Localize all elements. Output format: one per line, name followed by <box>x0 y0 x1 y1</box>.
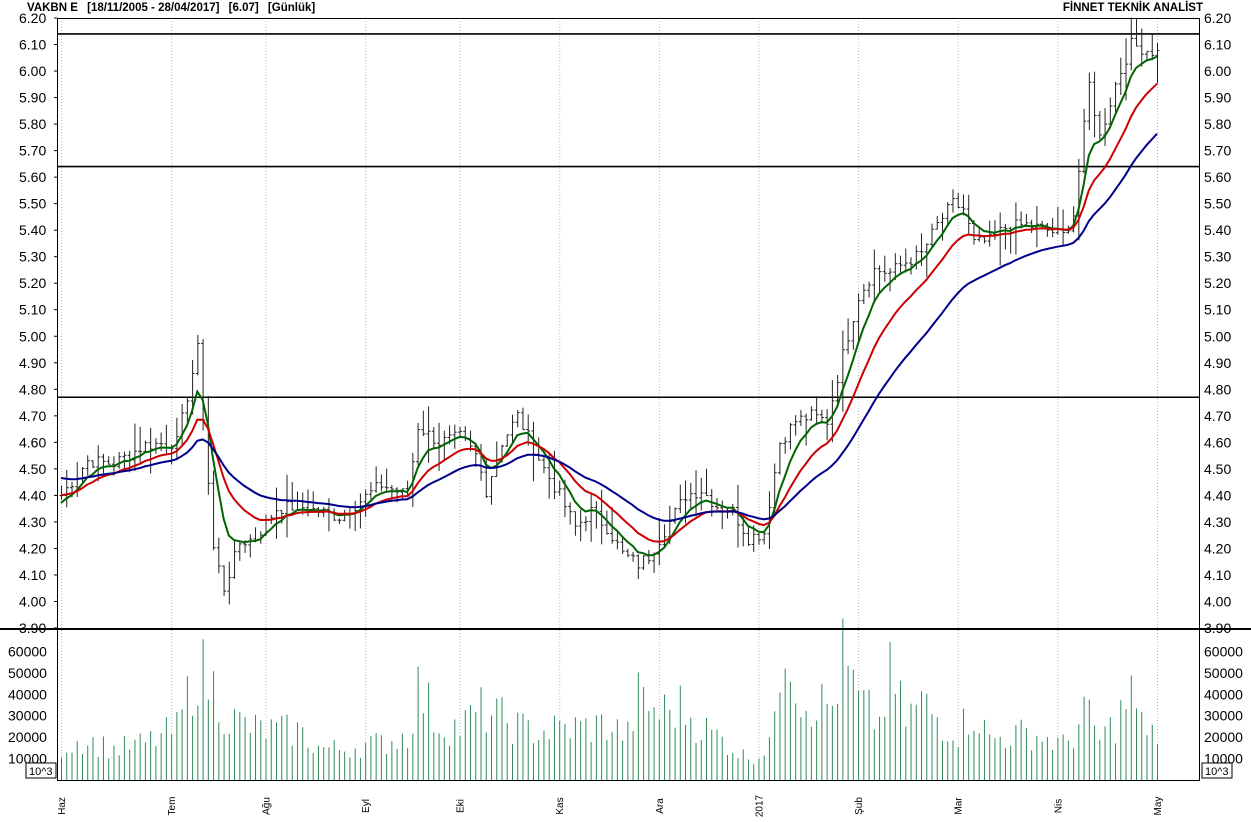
y-tick-label-left: 4.40 <box>19 487 46 503</box>
y-tick-label-right: 4.10 <box>1204 567 1231 583</box>
y-tick-label-right: 4.40 <box>1204 487 1231 503</box>
y-tick-label-right: 4.60 <box>1204 434 1231 450</box>
volume-tick-label-left: 30000 <box>8 708 47 724</box>
volume-tick-label-left: 50000 <box>8 665 47 681</box>
y-tick-label-left: 5.10 <box>19 302 46 318</box>
moving-average-medium-line <box>60 82 1158 543</box>
volume-unit-label: 10^3 <box>1205 766 1229 778</box>
y-tick-label-left: 5.40 <box>19 222 46 238</box>
y-tick-label-left: 5.20 <box>19 275 46 291</box>
y-tick-label-right: 5.80 <box>1204 116 1231 132</box>
y-tick-label-left: 4.60 <box>19 434 46 450</box>
volume-series <box>61 618 1158 780</box>
y-tick-label-right: 4.30 <box>1204 514 1231 530</box>
y-tick-label-right: 5.40 <box>1204 222 1231 238</box>
y-tick-label-left: 4.20 <box>19 540 46 556</box>
y-tick-label-right: 6.20 <box>1204 10 1231 26</box>
x-tick-label: Nis <box>1053 799 1064 813</box>
x-tick-label: May <box>1153 797 1164 816</box>
volume-tick-label-right: 20000 <box>1204 729 1243 745</box>
y-tick-label-left: 5.90 <box>19 90 46 106</box>
volume-tick-label-left: 20000 <box>8 729 47 745</box>
moving-average-layer <box>60 55 1158 557</box>
y-tick-label-right: 5.90 <box>1204 90 1231 106</box>
y-tick-label-left: 4.00 <box>19 593 46 609</box>
y-tick-label-right: 4.50 <box>1204 461 1231 477</box>
y-tick-label-right: 6.00 <box>1204 63 1231 79</box>
y-tick-label-right: 5.50 <box>1204 196 1231 212</box>
y-tick-label-left: 4.30 <box>19 514 46 530</box>
x-tick-label: Mar <box>954 797 965 815</box>
y-tick-label-left: 6.00 <box>19 63 46 79</box>
x-tick-label: Haz <box>57 797 68 815</box>
y-tick-label-left: 4.80 <box>19 381 46 397</box>
x-tick-label: Eyl <box>361 799 372 813</box>
horizontal-lines <box>57 33 1199 399</box>
y-tick-label-left: 5.60 <box>19 169 46 185</box>
volume-tick-label-right: 60000 <box>1204 643 1243 659</box>
y-tick-label-right: 4.20 <box>1204 540 1231 556</box>
volume-tick-label-right: 50000 <box>1204 665 1243 681</box>
grid-layer <box>61 18 1158 780</box>
y-tick-label-left: 5.50 <box>19 196 46 212</box>
volume-tick-label-left: 60000 <box>8 643 47 659</box>
ohlc-series <box>59 17 1160 605</box>
y-tick-label-right: 5.70 <box>1204 143 1231 159</box>
y-tick-label-left: 4.50 <box>19 461 46 477</box>
volume-tick-label-left: 40000 <box>8 686 47 702</box>
y-tick-label-left: 4.90 <box>19 355 46 371</box>
y-tick-label-left: 5.00 <box>19 328 46 344</box>
y-tick-label-left: 5.80 <box>19 116 46 132</box>
stock-chart: 6.20 6.20 6.10 6.10 6.00 6.00 5.90 5.90 5.80 5.80… <box>0 10 1251 817</box>
y-tick-label-left: 4.10 <box>19 567 46 583</box>
y-tick-label-right: 4.80 <box>1204 381 1231 397</box>
y-tick-label-right: 5.20 <box>1204 275 1231 291</box>
y-tick-label-left: 5.30 <box>19 249 46 265</box>
x-tick-label: Ağu <box>262 797 273 815</box>
y-tick-label-right: 5.10 <box>1204 302 1231 318</box>
y-tick-label-left: 4.70 <box>19 408 46 424</box>
x-tick-label: Ara <box>655 798 666 814</box>
x-tick-label: Şub <box>854 797 865 815</box>
y-tick-label-right: 4.70 <box>1204 408 1231 424</box>
y-tick-label-right: 5.60 <box>1204 169 1231 185</box>
y-tick-label-right: 6.10 <box>1204 37 1231 53</box>
plot-border <box>57 18 1200 781</box>
y-tick-label-left: 5.70 <box>19 143 46 159</box>
volume-tick-label-right: 30000 <box>1204 708 1243 724</box>
y-tick-label-right: 5.00 <box>1204 328 1231 344</box>
x-tick-label: Tem <box>167 797 178 816</box>
y-tick-label-left: 6.10 <box>19 37 46 53</box>
y-tick-label-right: 5.30 <box>1204 249 1231 265</box>
y-tick-label-right: 4.90 <box>1204 355 1231 371</box>
x-tick-label: Kas <box>555 797 566 814</box>
y-tick-label-right: 4.00 <box>1204 593 1231 609</box>
volume-unit-label: 10^3 <box>29 766 53 778</box>
volume-tick-label-right: 40000 <box>1204 686 1243 702</box>
y-tick-label-left: 6.20 <box>19 10 46 26</box>
x-tick-label: 2017 <box>754 794 765 817</box>
x-tick-label: Eki <box>456 799 467 813</box>
y-tick-label-left: 3.90 <box>19 620 46 636</box>
moving-average-long-line <box>60 133 1158 522</box>
y-tick-label-right: 3.90 <box>1204 620 1231 636</box>
